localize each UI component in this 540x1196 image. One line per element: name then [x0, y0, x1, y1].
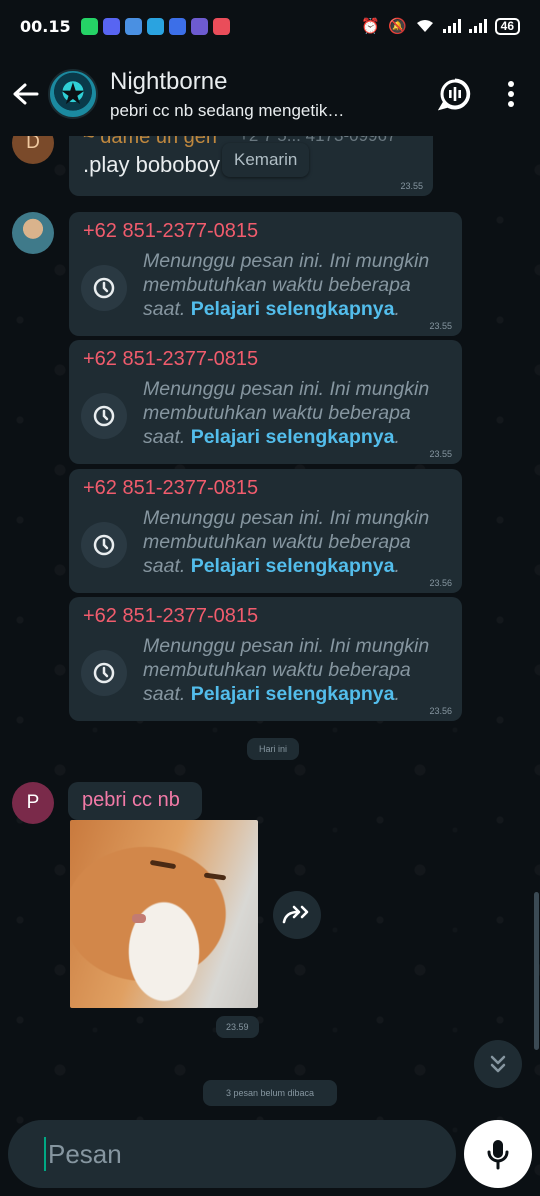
- date-chip: Kemarin: [222, 143, 310, 177]
- chat-header: ★ Nightborne pebri cc nb sedang mengetik…: [0, 52, 540, 136]
- pending-text: Menunggu pesan ini. Ini mungkin membutuh…: [143, 507, 430, 577]
- telegram-icon: [146, 17, 164, 35]
- mute-icon: 🔕: [387, 18, 407, 35]
- clock-icon: [81, 650, 127, 696]
- pending-message[interactable]: +62 851-2377-0815 Menunggu pesan ini. In…: [69, 469, 462, 593]
- learn-more-link[interactable]: Pelajari selengkapnya: [191, 298, 395, 320]
- image-time: 23.59: [216, 1016, 259, 1038]
- status-bar: 00.15 ⏰ 🔕 46: [0, 0, 540, 52]
- forward-button[interactable]: [273, 891, 321, 939]
- message-bubble[interactable]: pebri cc nb: [68, 782, 202, 820]
- wifi-icon: [416, 20, 433, 32]
- avatar-letter: P: [26, 792, 40, 813]
- more-options-icon[interactable]: [508, 81, 514, 107]
- sender-name: +62 851-2377-0815: [83, 348, 259, 370]
- clock-icon: [81, 265, 127, 311]
- clock-icon: [81, 393, 127, 439]
- app-icon: [190, 17, 208, 35]
- message-time: 23.56: [429, 578, 452, 588]
- message-time: 23.55: [400, 181, 423, 191]
- learn-more-link[interactable]: Pelajari selengkapnya: [191, 683, 395, 705]
- discord-icon: [102, 17, 120, 35]
- star-icon: ★: [59, 77, 87, 111]
- voice-chat-icon[interactable]: [438, 77, 472, 111]
- pending-message[interactable]: +62 851-2377-0815 Menunggu pesan ini. In…: [69, 212, 462, 336]
- message-text: .play boboboy: [83, 152, 220, 177]
- pending-message[interactable]: +62 851-2377-0815 Menunggu pesan ini. In…: [69, 597, 462, 721]
- alarm-icon: ⏰: [361, 18, 380, 35]
- battery-indicator: 46: [494, 17, 520, 35]
- signal-icon: [468, 19, 487, 33]
- sender-name: +62 851-2377-0815: [83, 605, 259, 627]
- message-time: 23.56: [429, 706, 452, 716]
- pending-message[interactable]: +62 851-2377-0815 Menunggu pesan ini. In…: [69, 340, 462, 464]
- avatar[interactable]: P: [12, 782, 54, 824]
- clock-icon: [81, 522, 127, 568]
- scrollbar[interactable]: [534, 892, 539, 1050]
- pending-text: Menunggu pesan ini. Ini mungkin membutuh…: [143, 635, 430, 705]
- forward-icon: [282, 905, 309, 924]
- message-input[interactable]: [44, 1137, 383, 1171]
- avatar[interactable]: [12, 212, 54, 254]
- arrow-left-icon: [13, 83, 39, 105]
- chevron-double-down-icon: [490, 1055, 506, 1073]
- pending-text: Menunggu pesan ini. Ini mungkin membutuh…: [143, 250, 430, 320]
- typing-status: pebri cc nb sedang mengetik…: [110, 100, 345, 120]
- voice-record-button[interactable]: [464, 1120, 532, 1188]
- pending-text: Menunggu pesan ini. Ini mungkin membutuh…: [143, 378, 430, 448]
- learn-more-link[interactable]: Pelajari selengkapnya: [191, 426, 395, 448]
- signal-icon: [442, 19, 461, 33]
- sender-name: +62 851-2377-0815: [83, 220, 259, 242]
- chat-title: Nightborne: [110, 67, 228, 95]
- chat-info[interactable]: Nightborne pebri cc nb sedang mengetik…: [110, 68, 344, 121]
- scroll-down-button[interactable]: [474, 1040, 522, 1088]
- whatsapp-icon: [80, 17, 98, 35]
- cat-eye: [203, 872, 227, 881]
- app-icon: [212, 17, 230, 35]
- message-time: 23.55: [429, 321, 452, 331]
- cat-nose: [132, 914, 146, 923]
- sender-name: +62 851-2377-0815: [83, 477, 259, 499]
- microphone-icon: [487, 1140, 509, 1170]
- sender-name: pebri cc nb: [82, 789, 180, 811]
- warning-icon: [168, 17, 186, 35]
- status-time: 00.15: [20, 16, 71, 36]
- date-chip: Hari ini: [247, 738, 300, 760]
- cat-photo[interactable]: [70, 820, 258, 1008]
- message-list[interactable]: D ~ dame un gerr +2 7 5... 4173-09967 .p…: [0, 122, 540, 1116]
- back-button[interactable]: [2, 82, 48, 106]
- message-time: 23.55: [429, 449, 452, 459]
- learn-more-link[interactable]: Pelajari selengkapnya: [191, 555, 395, 577]
- chat-icon: [124, 17, 142, 35]
- group-avatar[interactable]: ★: [48, 69, 98, 119]
- unread-count-chip: 3 pesan belum dibaca: [203, 1080, 337, 1106]
- message-composer: [8, 1120, 456, 1188]
- cat-eye: [149, 859, 177, 870]
